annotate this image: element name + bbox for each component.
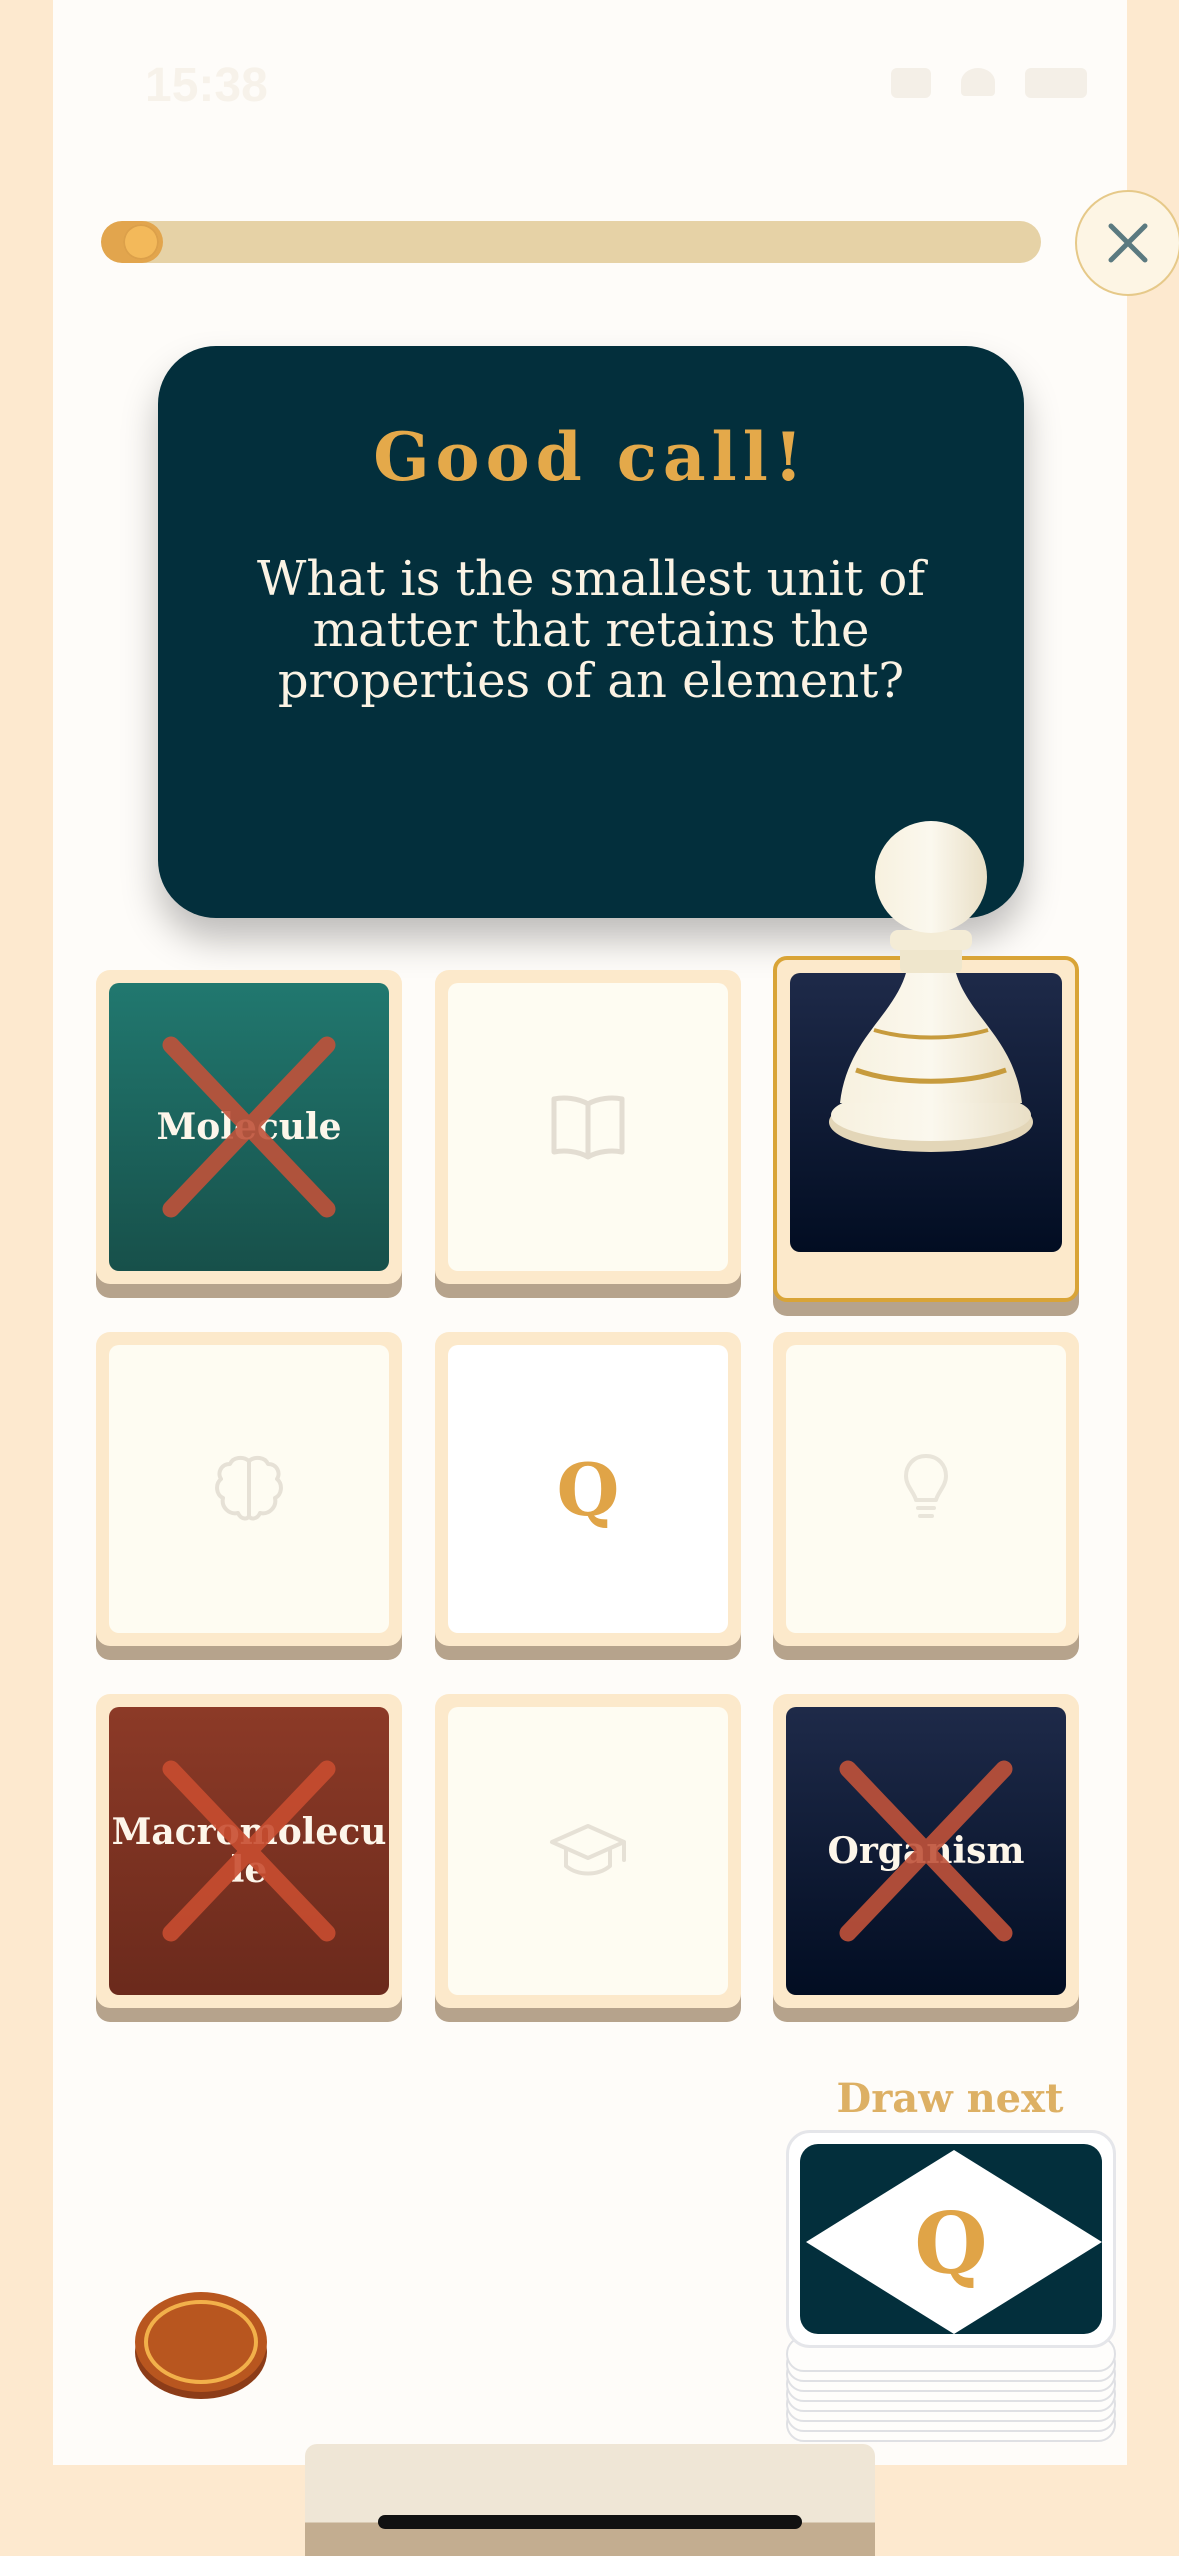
board-tile[interactable] xyxy=(435,1694,741,2008)
board-tile[interactable]: Organism xyxy=(773,1694,1079,2008)
signal-icon xyxy=(891,68,931,98)
deck-card-face: Q xyxy=(800,2144,1102,2334)
home-indicator[interactable] xyxy=(378,2515,802,2529)
tile-face: Q xyxy=(448,1345,728,1633)
draw-pile[interactable]: Q xyxy=(786,2130,1116,2450)
board-tile[interactable]: Macromolecule xyxy=(96,1694,402,2008)
deck-card-letter: Q xyxy=(914,2194,988,2293)
tile-face: Molecule xyxy=(109,983,389,1271)
wifi-icon xyxy=(961,68,995,96)
lightbulb-icon xyxy=(904,1454,948,1518)
tile-face: Organism xyxy=(786,1707,1066,1995)
board-tile[interactable]: Molecule xyxy=(96,970,402,1284)
board-tile[interactable]: Q xyxy=(435,1332,741,1646)
status-time: 15:38 xyxy=(145,59,268,112)
tile-face xyxy=(786,1345,1066,1633)
graduation-cap-icon xyxy=(550,1824,626,1876)
pawn-icon xyxy=(829,821,1033,1152)
battery-icon xyxy=(1025,68,1087,98)
close-icon xyxy=(1108,223,1148,263)
cross-mark-icon xyxy=(162,1036,336,1218)
progress-knob xyxy=(123,224,159,260)
cross-mark-icon xyxy=(162,1760,336,1942)
board-tile[interactable] xyxy=(96,1332,402,1646)
status-bar: 15:38 xyxy=(53,0,1127,170)
tile-label: Q xyxy=(556,1446,620,1532)
question-text: What is the smallest unit of matter that… xyxy=(257,551,925,709)
tile-face: Macromolecule xyxy=(109,1707,389,1995)
status-icons xyxy=(891,68,1087,98)
tile-face xyxy=(448,1707,728,1995)
tile-face xyxy=(448,983,728,1271)
board-tile[interactable] xyxy=(773,1332,1079,1646)
deck-top-card[interactable]: Q xyxy=(786,2130,1116,2348)
bottom-tray xyxy=(305,2444,875,2556)
coin-icon[interactable] xyxy=(133,2286,269,2402)
draw-next-label: Draw next xyxy=(836,2075,1064,2122)
close-button[interactable] xyxy=(1075,190,1179,296)
tile-face xyxy=(109,1345,389,1633)
board-tile[interactable] xyxy=(435,970,741,1284)
brain-icon xyxy=(215,1455,283,1521)
book-icon xyxy=(551,1095,625,1160)
feedback-title: Good call! xyxy=(373,418,809,496)
progress-bar xyxy=(101,221,1041,263)
cross-mark-icon xyxy=(839,1760,1013,1942)
